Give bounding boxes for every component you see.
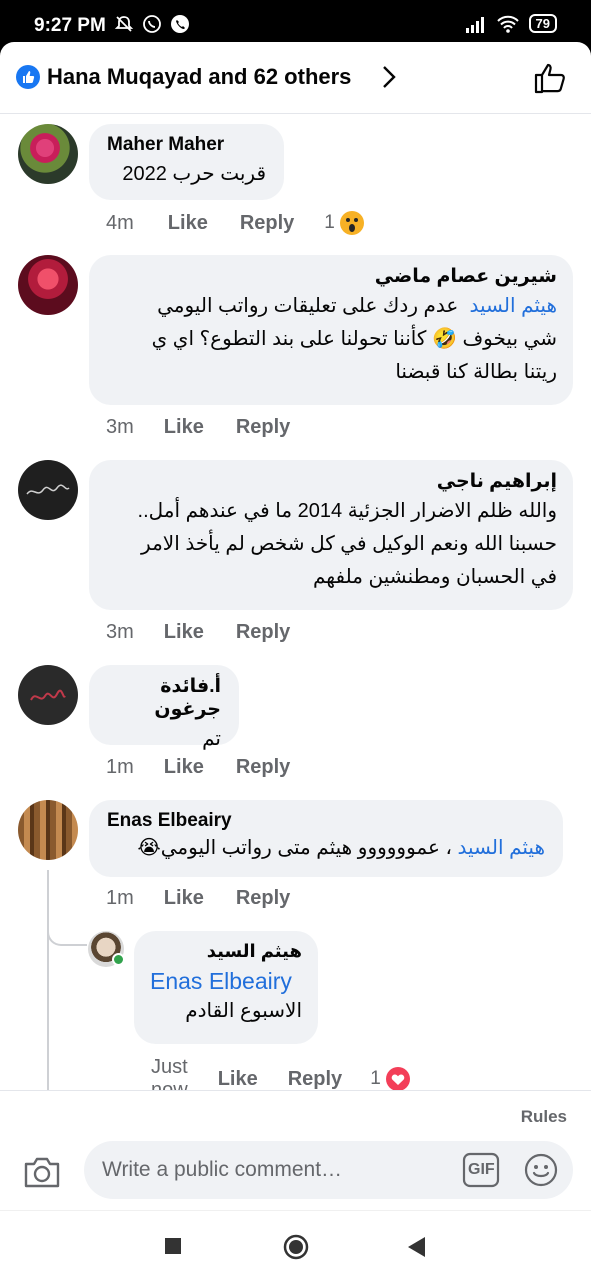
avatar[interactable] bbox=[18, 800, 78, 860]
wifi-icon bbox=[496, 15, 519, 33]
comment-text: شي بيخوف 🤣 كأننا تحولنا على بند التطوع؟ … bbox=[151, 328, 557, 350]
avatar[interactable] bbox=[18, 665, 78, 725]
comment-author[interactable]: هيثم السيد bbox=[150, 941, 302, 962]
like-button[interactable]: Like bbox=[218, 1068, 258, 1091]
mention-tag[interactable]: هيثم السيد bbox=[469, 295, 557, 317]
comment-author[interactable]: شيرين عصام ماضي bbox=[105, 265, 557, 288]
comment-time: 4m bbox=[106, 211, 134, 234]
like-button[interactable]: Like bbox=[164, 416, 204, 439]
comment-time: 1m bbox=[106, 756, 134, 778]
comment-bubble[interactable]: Enas Elbeairy هيثم السيد ، عموووووو هيثم… bbox=[89, 800, 563, 877]
like-button[interactable]: Like bbox=[164, 887, 204, 910]
emoji-icon[interactable] bbox=[523, 1152, 559, 1188]
comment-author[interactable]: أ.فائدة جرغون bbox=[107, 675, 221, 721]
reaction-count[interactable]: 1 bbox=[370, 1066, 411, 1092]
comment-bubble[interactable]: أ.فائدة جرغون تم bbox=[89, 665, 239, 750]
battery-indicator: 79 bbox=[528, 14, 557, 33]
gif-button[interactable]: GIF bbox=[462, 1152, 500, 1193]
comment-author[interactable]: Maher Maher bbox=[107, 134, 266, 156]
whatsapp-icon bbox=[143, 15, 161, 33]
comment-bubble[interactable]: Maher Maher قربت حرب 2022 bbox=[89, 124, 284, 200]
comment-composer: Rules Write a public comment… GIF bbox=[0, 1090, 591, 1210]
reactions-header[interactable]: Hana Muqayad and 62 others bbox=[0, 42, 591, 114]
comment-bubble[interactable]: شيرين عصام ماضي هيثم السيد عدم ردك على ت… bbox=[89, 255, 573, 405]
avatar[interactable] bbox=[18, 124, 78, 184]
comment-input-placeholder: Write a public comment… bbox=[102, 1158, 343, 1181]
comment-text: والله ظلم الاضرار الجزئية 2014 ما في عند… bbox=[137, 500, 557, 522]
mention-tag[interactable]: هيثم السيد bbox=[457, 837, 545, 859]
comment-bubble[interactable]: هيثم السيد Enas Elbeairy الاسبوع القادم bbox=[134, 931, 318, 1044]
reply-button[interactable]: Reply bbox=[236, 887, 290, 910]
camera-icon[interactable] bbox=[22, 1155, 62, 1189]
rules-link[interactable]: Rules bbox=[521, 1107, 567, 1127]
comment-text: تم bbox=[202, 728, 221, 750]
comment-text: قربت حرب 2022 bbox=[122, 163, 266, 185]
reply-button[interactable]: Reply bbox=[236, 756, 290, 779]
reaction-count-number: 1 bbox=[324, 212, 335, 233]
comment-text: عدم ردك على تعليقات رواتب اليومي bbox=[157, 295, 459, 317]
comment-text: الاسبوع القادم bbox=[185, 1000, 302, 1022]
love-reaction-icon bbox=[385, 1067, 410, 1091]
avatar-calligraphy-icon bbox=[26, 484, 70, 495]
comment-bubble[interactable]: إبراهيم ناجي والله ظلم الاضرار الجزئية 2… bbox=[89, 460, 573, 610]
reaction-count-number: 1 bbox=[370, 1068, 381, 1089]
comment-text: ريتنا بطالة كنا قبضنا bbox=[395, 361, 557, 383]
reply-button[interactable]: Reply bbox=[236, 416, 290, 439]
comment-text: في الحسبان ومطنشين ملفهم bbox=[312, 566, 557, 588]
reply-button[interactable]: Reply bbox=[240, 212, 294, 235]
comment-text: حسبنا الله ونعم الوكيل في كل شخص لم يأخذ… bbox=[141, 533, 557, 555]
like-button[interactable]: Like bbox=[164, 621, 204, 644]
status-time: 9:27 PM bbox=[34, 15, 106, 36]
comment-author[interactable]: إبراهيم ناجي bbox=[105, 470, 557, 493]
like-button-icon[interactable] bbox=[533, 62, 567, 94]
avatar-calligraphy-icon bbox=[30, 689, 66, 701]
home-icon[interactable] bbox=[283, 1234, 309, 1260]
comment-author[interactable]: Enas Elbeairy bbox=[107, 810, 545, 832]
like-reaction-icon bbox=[16, 65, 40, 89]
reply-button[interactable]: Reply bbox=[288, 1068, 342, 1091]
avatar[interactable] bbox=[18, 460, 78, 520]
comments-sheet: Hana Muqayad and 62 others Maher Maher ق… bbox=[0, 42, 591, 1280]
chevron-right-icon[interactable] bbox=[381, 64, 397, 90]
system-nav-bar bbox=[0, 1210, 591, 1280]
reaction-count[interactable]: 1 bbox=[324, 210, 365, 236]
back-icon[interactable] bbox=[406, 1235, 428, 1259]
like-button[interactable]: Like bbox=[168, 212, 208, 235]
online-status-indicator bbox=[112, 953, 125, 966]
mute-bell-icon bbox=[114, 16, 134, 32]
wow-reaction-icon bbox=[339, 211, 364, 235]
mention-tag[interactable]: Enas Elbeairy bbox=[150, 968, 302, 995]
comment-time: 3m bbox=[106, 621, 134, 643]
phone-icon bbox=[171, 15, 189, 33]
thread-line bbox=[47, 870, 49, 1090]
recent-apps-icon[interactable] bbox=[165, 1238, 181, 1254]
gif-label: GIF bbox=[468, 1161, 495, 1178]
thread-branch bbox=[47, 930, 87, 946]
comment-time: 1m bbox=[106, 887, 134, 909]
signal-icon bbox=[465, 16, 484, 33]
comment-text: ، عموووووو هيثم متى رواتب اليومي😭 bbox=[137, 837, 452, 859]
comment-input[interactable]: Write a public comment… GIF bbox=[84, 1141, 573, 1199]
like-button[interactable]: Like bbox=[164, 756, 204, 779]
reactions-summary[interactable]: Hana Muqayad and 62 others bbox=[47, 64, 351, 90]
status-bar: 9:27 PM 79 bbox=[0, 0, 591, 44]
reply-button[interactable]: Reply bbox=[236, 621, 290, 644]
comment-time: 3m bbox=[106, 416, 134, 438]
avatar[interactable] bbox=[18, 255, 78, 315]
